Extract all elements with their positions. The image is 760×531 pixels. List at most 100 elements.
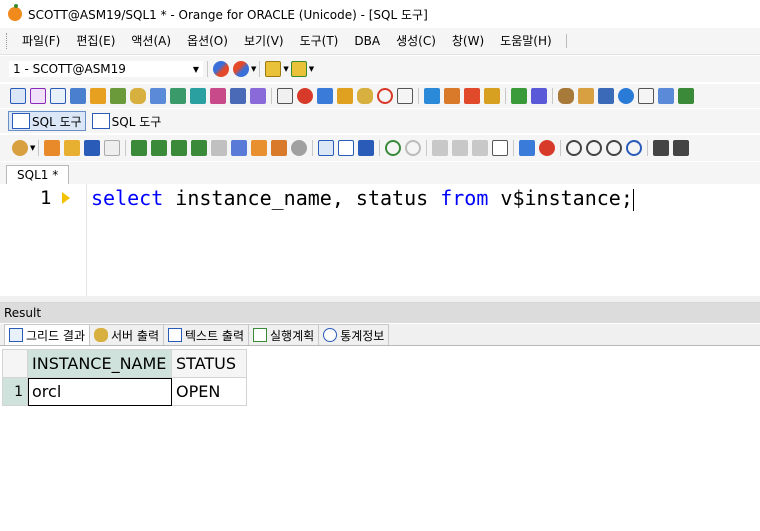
- storage-icon[interactable]: [357, 88, 373, 104]
- ash-icon[interactable]: [397, 88, 413, 104]
- grid-cell[interactable]: orcl: [27, 377, 172, 406]
- tab-grid-result[interactable]: 그리드 결과: [4, 324, 91, 345]
- tuning-icon[interactable]: [90, 88, 106, 104]
- tab-sql1[interactable]: SQL1 *: [6, 165, 70, 185]
- grid-cell[interactable]: OPEN: [171, 377, 247, 406]
- check-list-icon[interactable]: [678, 88, 694, 104]
- menu-options[interactable]: 옵션(O): [179, 28, 236, 54]
- plan-tool-icon[interactable]: [50, 88, 66, 104]
- execute-gear-icon[interactable]: [12, 140, 28, 156]
- edit-doc-icon[interactable]: [230, 88, 246, 104]
- sql-report-icon[interactable]: [277, 88, 293, 104]
- tab-execution-plan[interactable]: 실행계획: [248, 324, 320, 345]
- menu-tools[interactable]: 도구(T): [292, 28, 347, 54]
- sql-tool-tab-active[interactable]: SQL 도구: [8, 111, 86, 131]
- database-icon[interactable]: [130, 88, 146, 104]
- text-view-icon[interactable]: [338, 140, 355, 156]
- search-object-icon[interactable]: [150, 88, 166, 104]
- db-output-icon[interactable]: [358, 140, 375, 156]
- replace-icon[interactable]: [626, 140, 643, 156]
- chevron-down-icon[interactable]: ▼: [251, 65, 256, 73]
- datafile-icon[interactable]: [558, 88, 574, 104]
- result-grid[interactable]: INSTANCE_NAME STATUS 1 orcl OPEN: [2, 349, 247, 406]
- menu-action[interactable]: 액션(A): [123, 28, 179, 54]
- stop-icon[interactable]: [291, 140, 308, 156]
- search-icon[interactable]: [566, 140, 583, 156]
- edit-icon[interactable]: [231, 140, 248, 156]
- connection-select[interactable]: 1 - SCOTT@ASM19 ▼: [8, 60, 204, 78]
- arrows-icon[interactable]: [424, 88, 440, 104]
- diagram-icon[interactable]: [190, 88, 206, 104]
- undo-icon[interactable]: [385, 140, 402, 156]
- clock-icon[interactable]: [377, 88, 393, 104]
- menu-edit[interactable]: 편집(E): [68, 28, 123, 54]
- save-as-icon[interactable]: [104, 140, 121, 156]
- sql-monitor-icon[interactable]: [110, 88, 126, 104]
- select-all-icon[interactable]: [492, 140, 509, 156]
- open-folder-icon[interactable]: [64, 140, 81, 156]
- describe-icon[interactable]: [271, 140, 288, 156]
- uncomment-icon[interactable]: [539, 140, 556, 156]
- blocks-icon[interactable]: [210, 88, 226, 104]
- menu-view[interactable]: 보기(V): [236, 28, 292, 54]
- table-row[interactable]: 1 orcl OPEN: [2, 377, 247, 406]
- copy-icon[interactable]: [452, 140, 469, 156]
- chevron-down-icon[interactable]: ▼: [30, 144, 35, 152]
- users-icon[interactable]: [531, 88, 547, 104]
- menu-grip[interactable]: [6, 33, 10, 49]
- connect-plug-icon[interactable]: [213, 61, 229, 77]
- gear-icon[interactable]: [297, 88, 313, 104]
- log-icon[interactable]: [638, 88, 654, 104]
- filter-icon[interactable]: [578, 88, 594, 104]
- new-file-icon[interactable]: [44, 140, 61, 156]
- sql-editor[interactable]: 1 select instance_name, status from v$in…: [0, 184, 760, 297]
- chevron-down-icon[interactable]: ▼: [283, 65, 288, 73]
- column-header-instance-name[interactable]: INSTANCE_NAME: [27, 349, 172, 378]
- tab-server-output[interactable]: 서버 출력: [89, 324, 164, 345]
- menu-file[interactable]: 파일(F): [14, 28, 68, 54]
- save-icon[interactable]: [84, 140, 101, 156]
- lock-icon[interactable]: [337, 88, 353, 104]
- export-icon[interactable]: [250, 88, 266, 104]
- row-number[interactable]: 1: [2, 377, 28, 406]
- redo-icon[interactable]: [405, 140, 422, 156]
- grid-corner[interactable]: [2, 349, 28, 378]
- menu-help[interactable]: 도움말(H): [492, 28, 560, 54]
- run-all-icon[interactable]: [171, 140, 188, 156]
- cut-icon[interactable]: [432, 140, 449, 156]
- run-script-icon[interactable]: [151, 140, 168, 156]
- indent-icon[interactable]: [653, 140, 670, 156]
- sort-icon[interactable]: [464, 88, 480, 104]
- search-prev-icon[interactable]: [606, 140, 623, 156]
- grid-report-icon[interactable]: [598, 88, 614, 104]
- search-next-icon[interactable]: [586, 140, 603, 156]
- tab-statistics[interactable]: 통계정보: [318, 324, 390, 345]
- db-link-icon[interactable]: [511, 88, 527, 104]
- outdent-icon[interactable]: [673, 140, 690, 156]
- disconnect-plug-icon[interactable]: [233, 61, 249, 77]
- grid-view-icon[interactable]: [318, 140, 335, 156]
- chevron-down-icon[interactable]: ▼: [309, 65, 314, 73]
- segments-icon[interactable]: [484, 88, 500, 104]
- code-line[interactable]: select instance_name, status from v$inst…: [91, 186, 634, 211]
- table-icon[interactable]: [170, 88, 186, 104]
- plsql-tool-icon[interactable]: [30, 88, 46, 104]
- tab-text-output[interactable]: 텍스트 출력: [163, 324, 250, 345]
- table-space-icon[interactable]: [444, 88, 460, 104]
- check-icon[interactable]: [618, 88, 634, 104]
- format-icon[interactable]: [251, 140, 268, 156]
- run-statement-icon[interactable]: [131, 140, 148, 156]
- run-current-icon[interactable]: [191, 140, 208, 156]
- menu-dba[interactable]: DBA: [346, 28, 388, 54]
- sql-tool-icon[interactable]: [10, 88, 26, 104]
- editor-result-splitter[interactable]: [0, 296, 760, 303]
- menu-window[interactable]: 창(W): [444, 28, 492, 54]
- rollback-icon[interactable]: [290, 61, 307, 77]
- list-icon[interactable]: [658, 88, 674, 104]
- schema-browser-icon[interactable]: [70, 88, 86, 104]
- session-icon[interactable]: [317, 88, 333, 104]
- comment-icon[interactable]: [519, 140, 536, 156]
- run-selected-icon[interactable]: [211, 140, 228, 156]
- paste-icon[interactable]: [472, 140, 489, 156]
- commit-icon[interactable]: [265, 61, 282, 77]
